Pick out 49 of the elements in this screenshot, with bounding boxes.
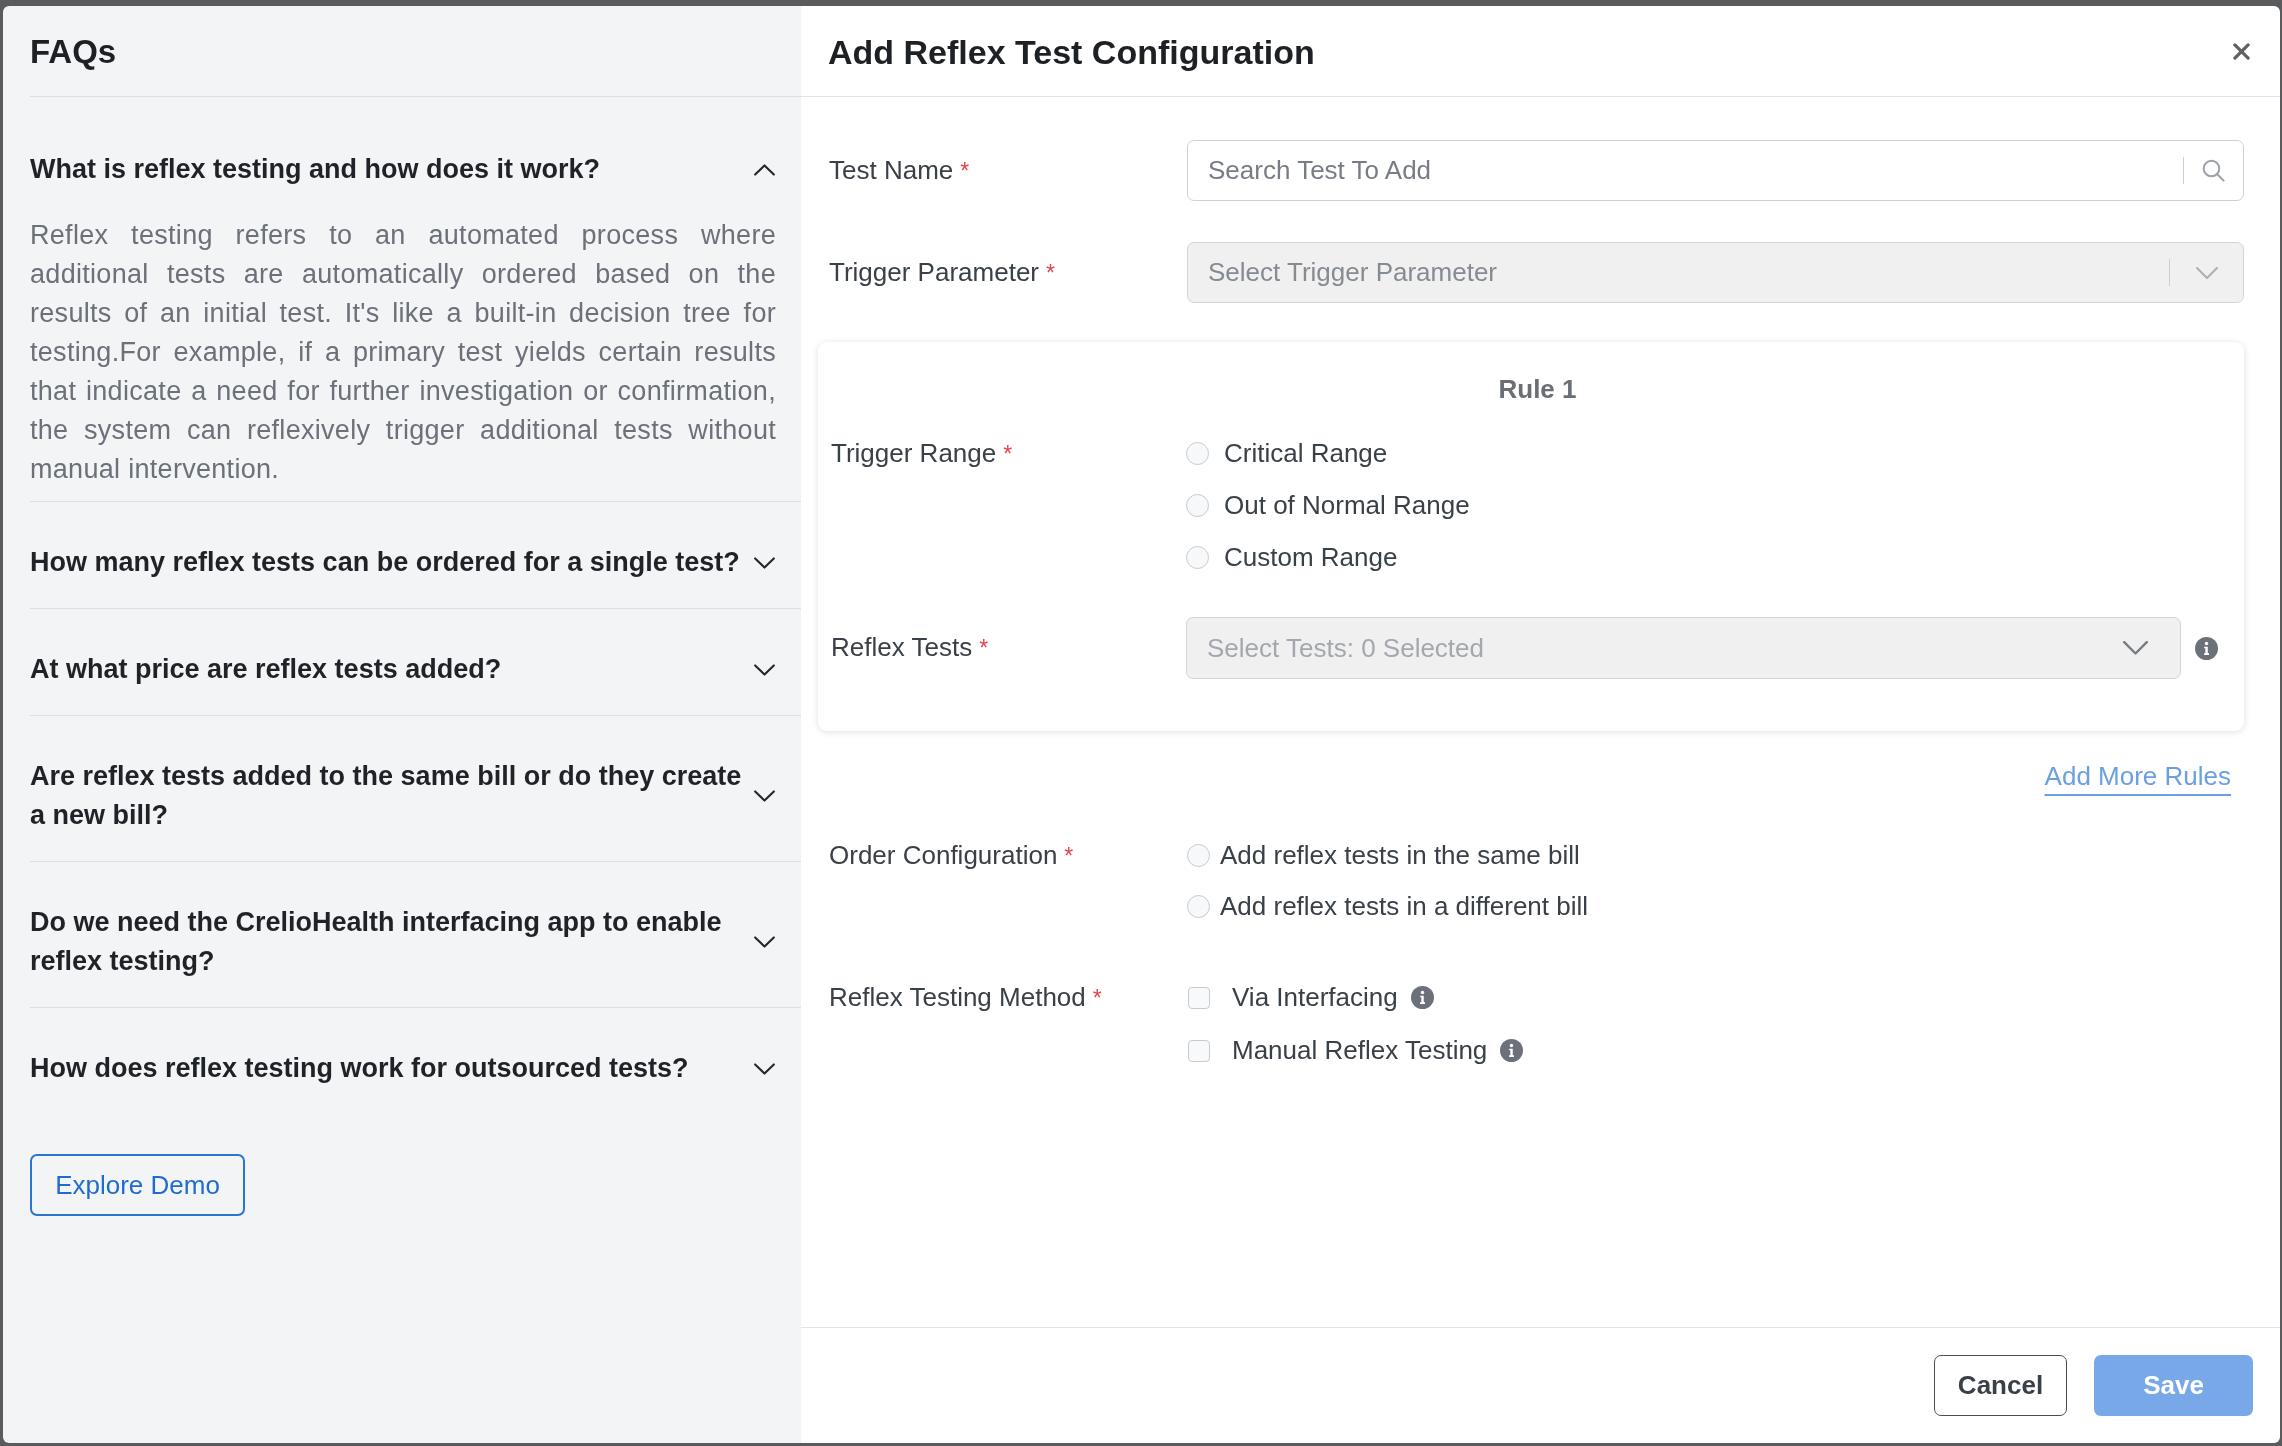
search-field[interactable]: Search Test To Add (1187, 140, 2244, 201)
option-label: Add reflex tests in the same bill (1220, 839, 1580, 872)
radio-button[interactable] (1187, 844, 1210, 867)
field-label: Reflex Testing Method (829, 981, 1086, 1014)
chevron-up-icon[interactable] (754, 163, 775, 176)
required-mark: * (960, 156, 970, 186)
faq-question[interactable]: Are reflex tests added to the same bill or do they create a new bill? (30, 757, 752, 835)
checkbox[interactable] (1188, 986, 1210, 1009)
rule-title: Rule 1 (1497, 373, 1578, 406)
field-label: Test Name (829, 153, 954, 187)
radio-button[interactable] (1187, 895, 1210, 918)
field-label: Trigger Range (831, 437, 997, 470)
faq-question[interactable]: Do we need the CrelioHealth interfacing app to enable reflex testing? (30, 903, 752, 981)
field-label: Reflex Tests (831, 631, 973, 664)
faq-question[interactable]: What is reflex testing and how does it work? (30, 150, 601, 189)
field-label: Trigger Parameter (829, 255, 1039, 289)
required-mark: * (1003, 440, 1013, 469)
radio-button[interactable] (1186, 494, 1209, 517)
radio-button[interactable] (1186, 442, 1209, 465)
checkbox[interactable] (1188, 1039, 1210, 1062)
required-mark: * (1064, 842, 1074, 871)
chevron-down-icon[interactable] (754, 936, 775, 948)
info-icon[interactable] (1500, 1039, 1524, 1062)
panel-title: FAQs (30, 33, 117, 71)
chevron-down-icon[interactable] (754, 790, 775, 802)
radio-button[interactable] (1186, 546, 1209, 569)
dialog-title: Add Reflex Test Configuration (828, 32, 1315, 72)
faq-answer: Reflex testing refers to an automated process where additional tests are automatically ordered based on the results of an initial test. It's like a built-in decision tree for testing.For example, if a primary test yields certain results that indicate a need for further investigation or confirmation, the system can reflexively trigger additional tests without manual intervention. (30, 219, 776, 486)
faq-question[interactable]: At what price are reflex tests added? (30, 650, 502, 689)
search-icon[interactable] (2202, 159, 2225, 182)
faq-question[interactable]: How does reflex testing work for outsourced tests? (30, 1049, 689, 1088)
chevron-down-icon[interactable] (754, 556, 775, 569)
option-label: Critical Range (1224, 437, 1388, 470)
close-icon[interactable] (2233, 42, 2250, 60)
option-label: Out of Normal Range (1224, 489, 1470, 522)
option-label: Via Interfacing (1232, 981, 1398, 1014)
info-icon[interactable] (1410, 986, 1434, 1009)
chevron-down-icon[interactable] (754, 663, 775, 676)
field-label: Order Configuration (829, 839, 1058, 872)
cancel-button[interactable]: Cancel (1934, 1355, 2067, 1416)
faq-question[interactable]: How many reflex tests can be ordered for a single test? (30, 543, 740, 582)
required-mark: * (1092, 984, 1102, 1013)
option-label: Custom Range (1224, 541, 1398, 574)
option-label: Manual Reflex Testing (1232, 1034, 1488, 1067)
required-mark: * (1046, 258, 1055, 288)
chevron-down-icon[interactable] (754, 1062, 775, 1075)
explore-demo-button[interactable]: Explore Demo (30, 1154, 245, 1216)
option-label: Add reflex tests in a different bill (1220, 890, 1589, 923)
required-mark: * (979, 634, 989, 663)
